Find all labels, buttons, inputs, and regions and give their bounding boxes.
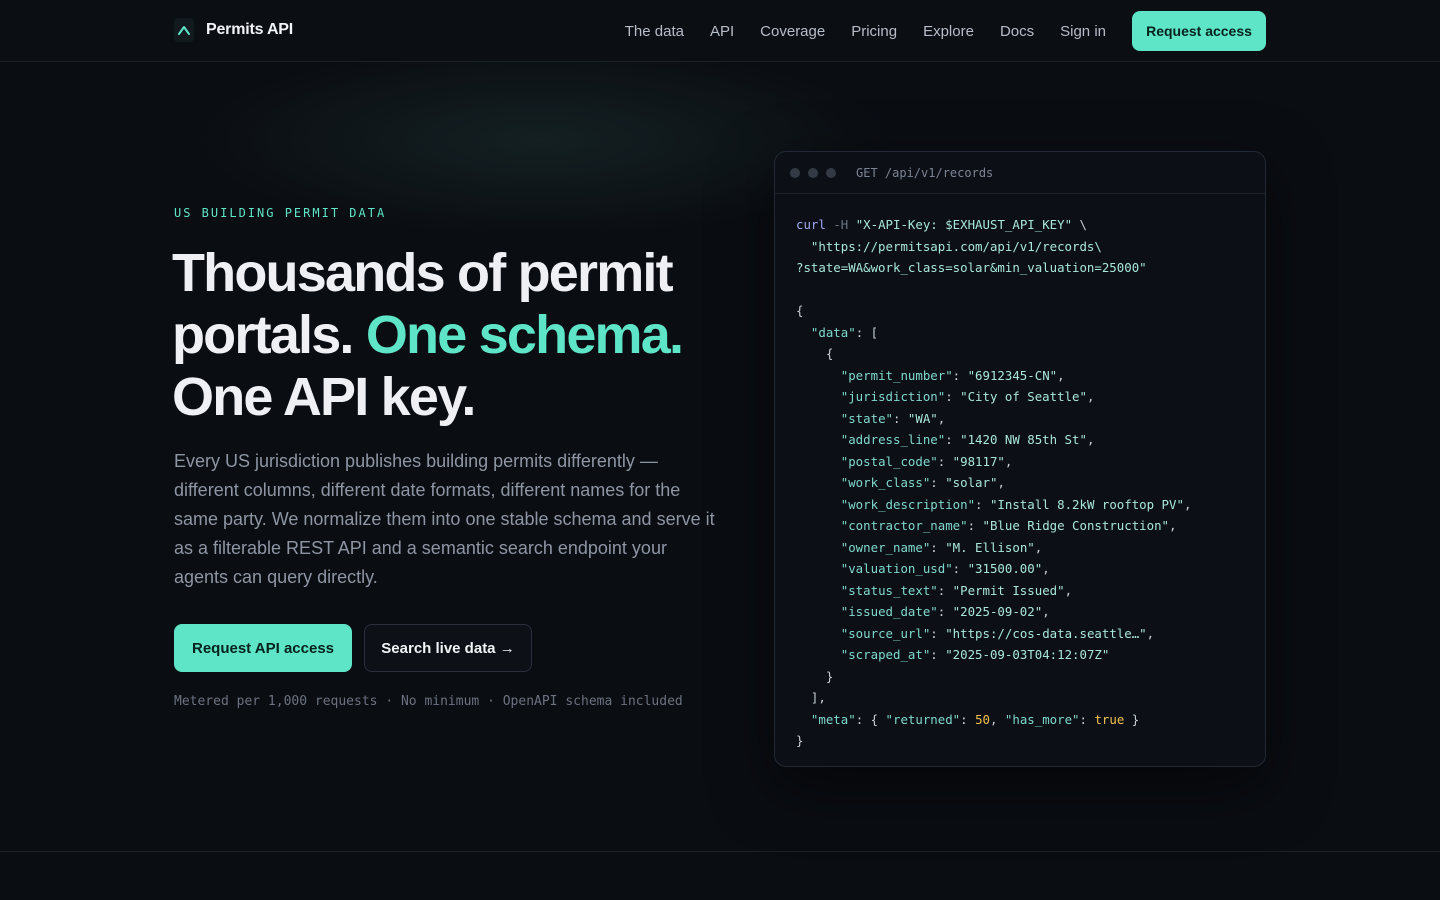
code-field-value: "M. Ellison" (945, 539, 1035, 555)
code-field-line: "contractor_name": "Blue Ridge Construct… (840, 518, 1177, 533)
code-field-key: "state" (840, 410, 893, 426)
code-field-value: "City of Seattle" (960, 389, 1087, 404)
code-field-key: "issued_date" (840, 604, 938, 619)
code-field-key: "permit_number" (840, 367, 953, 383)
hero-headline: Thousands of permit portals. One schema.… (172, 242, 752, 428)
code-field-line: "address_line": "1420 NW 85th St", (840, 432, 1095, 447)
code-field-line: "source_url": "https://cos-data.seattle…… (840, 625, 1155, 641)
code-field-key: "contractor_name" (840, 518, 968, 533)
code-field-line: "state": "WA", (840, 410, 946, 426)
code-field-key: "postal_code" (840, 453, 938, 469)
nav-link-coverage[interactable]: Coverage (760, 23, 825, 40)
code-field-value: "1420 NW 85th St" (960, 432, 1087, 447)
code-field-line: "scraped_at": "2025-09-03T04:12:07Z" (840, 647, 1110, 662)
code-field-line: "work_description": "Install 8.2kW rooft… (840, 496, 1192, 512)
hero-eyebrow: US BUILDING PERMIT DATA (174, 206, 387, 220)
code-field-line: "owner_name": "M. Ellison", (840, 539, 1043, 555)
code-has-more-value: true (1094, 711, 1125, 727)
window-dot-icon (790, 167, 800, 178)
code-field-key: "source_url" (840, 625, 931, 641)
code-field-key: "jurisdiction" (840, 389, 946, 404)
code-data-key: "data" (810, 324, 856, 340)
code-url-1: "https://permitsapi.com/api/v1/records\ (810, 238, 1102, 254)
nav-link-pricing[interactable]: Pricing (851, 23, 897, 40)
caret-up-logo-icon (174, 18, 194, 42)
nav-link-explore[interactable]: Explore (923, 23, 974, 40)
nav-link-api[interactable]: API (710, 23, 734, 40)
code-field-value: "Blue Ridge Construction" (982, 518, 1170, 533)
code-flag: -H (833, 217, 849, 232)
nav-link-docs[interactable]: Docs (1000, 23, 1034, 40)
code-card-titlebar: GET /api/v1/records (775, 152, 1265, 194)
code-cmd: curl (796, 217, 826, 232)
code-field-line: "permit_number": "6912345-CN", (840, 367, 1065, 383)
code-field-line: "work_class": "solar", (840, 475, 1005, 490)
code-field-key: "work_description" (840, 496, 976, 512)
code-field-line: "status_text": "Permit Issued", (840, 582, 1073, 598)
code-field-value: "31500.00" (967, 561, 1043, 576)
headline-line-1: Thousands of permit (172, 243, 674, 303)
endpoint-path: GET /api/v1/records (856, 165, 994, 180)
code-field-key: "address_line" (840, 432, 946, 447)
code-meta-key: "meta" (810, 711, 856, 727)
code-field-line: "valuation_usd": "31500.00", (840, 561, 1050, 576)
code-field-line: "postal_code": "98117", (840, 453, 1013, 469)
top-nav: Permits API The data API Coverage Pricin… (0, 0, 1440, 62)
code-field-key: "owner_name" (840, 539, 931, 555)
code-field-key: "scraped_at" (840, 647, 931, 662)
code-field-value: "https://cos-data.seattle…" (945, 625, 1147, 641)
code-url-2: ?state=WA&work_class=solar&min_valuation… (796, 260, 1147, 275)
window-dot-icon (826, 167, 836, 178)
window-dot-icon (808, 167, 818, 178)
code-field-value: "6912345-CN" (967, 367, 1058, 383)
code-field-value: "Install 8.2kW rooftop PV" (989, 496, 1184, 512)
code-fields: "permit_number": "6912345-CN", "jurisdic… (796, 367, 1192, 663)
code-field-value: "2025-09-02" (952, 604, 1043, 619)
request-access-button[interactable]: Request access (1132, 11, 1266, 51)
code-field-key: "valuation_usd" (840, 561, 953, 576)
brand[interactable]: Permits API (174, 18, 293, 42)
nav-link-sign-in[interactable]: Sign in (1060, 23, 1106, 40)
code-field-value: "98117" (952, 453, 1005, 469)
headline-line-2a: portals. (172, 305, 354, 365)
code-field-line: "issued_date": "2025-09-02", (840, 604, 1050, 619)
headline-line-3: One API key. (172, 367, 476, 427)
section-divider (0, 851, 1440, 852)
code-field-value: "solar" (945, 475, 998, 490)
code-continuation: \ (1079, 217, 1087, 232)
pricing-fineprint: Metered per 1,000 requests · No minimum … (174, 694, 683, 709)
request-api-access-button[interactable]: Request API access (174, 624, 352, 672)
code-returned-key: "returned" (885, 711, 961, 727)
code-header: "X-API-Key: $EXHAUST_API_KEY" (855, 217, 1073, 232)
code-field-value: "WA" (907, 410, 938, 426)
code-field-key: "status_text" (840, 582, 938, 598)
code-field-value: "2025-09-03T04:12:07Z" (945, 647, 1110, 662)
code-has-more-key: "has_more" (1004, 711, 1080, 727)
code-field-value: "Permit Issued" (952, 582, 1065, 598)
hero-description: Every US jurisdiction publishes building… (174, 451, 715, 587)
code-returned-value: 50 (975, 711, 990, 727)
headline-accent: One schema. (365, 305, 684, 365)
code-sample-card: GET /api/v1/records curl -H "X-API-Key: … (774, 151, 1266, 767)
brand-name: Permits API (206, 21, 294, 38)
code-field-line: "jurisdiction": "City of Seattle", (840, 389, 1095, 404)
nav-links: The data API Coverage Pricing Explore Do… (625, 0, 1106, 62)
search-live-data-button[interactable]: Search live data → (364, 624, 532, 672)
nav-link-the-data[interactable]: The data (625, 23, 684, 40)
code-block[interactable]: curl -H "X-API-Key: $EXHAUST_API_KEY" \ … (796, 214, 1256, 752)
code-field-key: "work_class" (840, 475, 931, 490)
